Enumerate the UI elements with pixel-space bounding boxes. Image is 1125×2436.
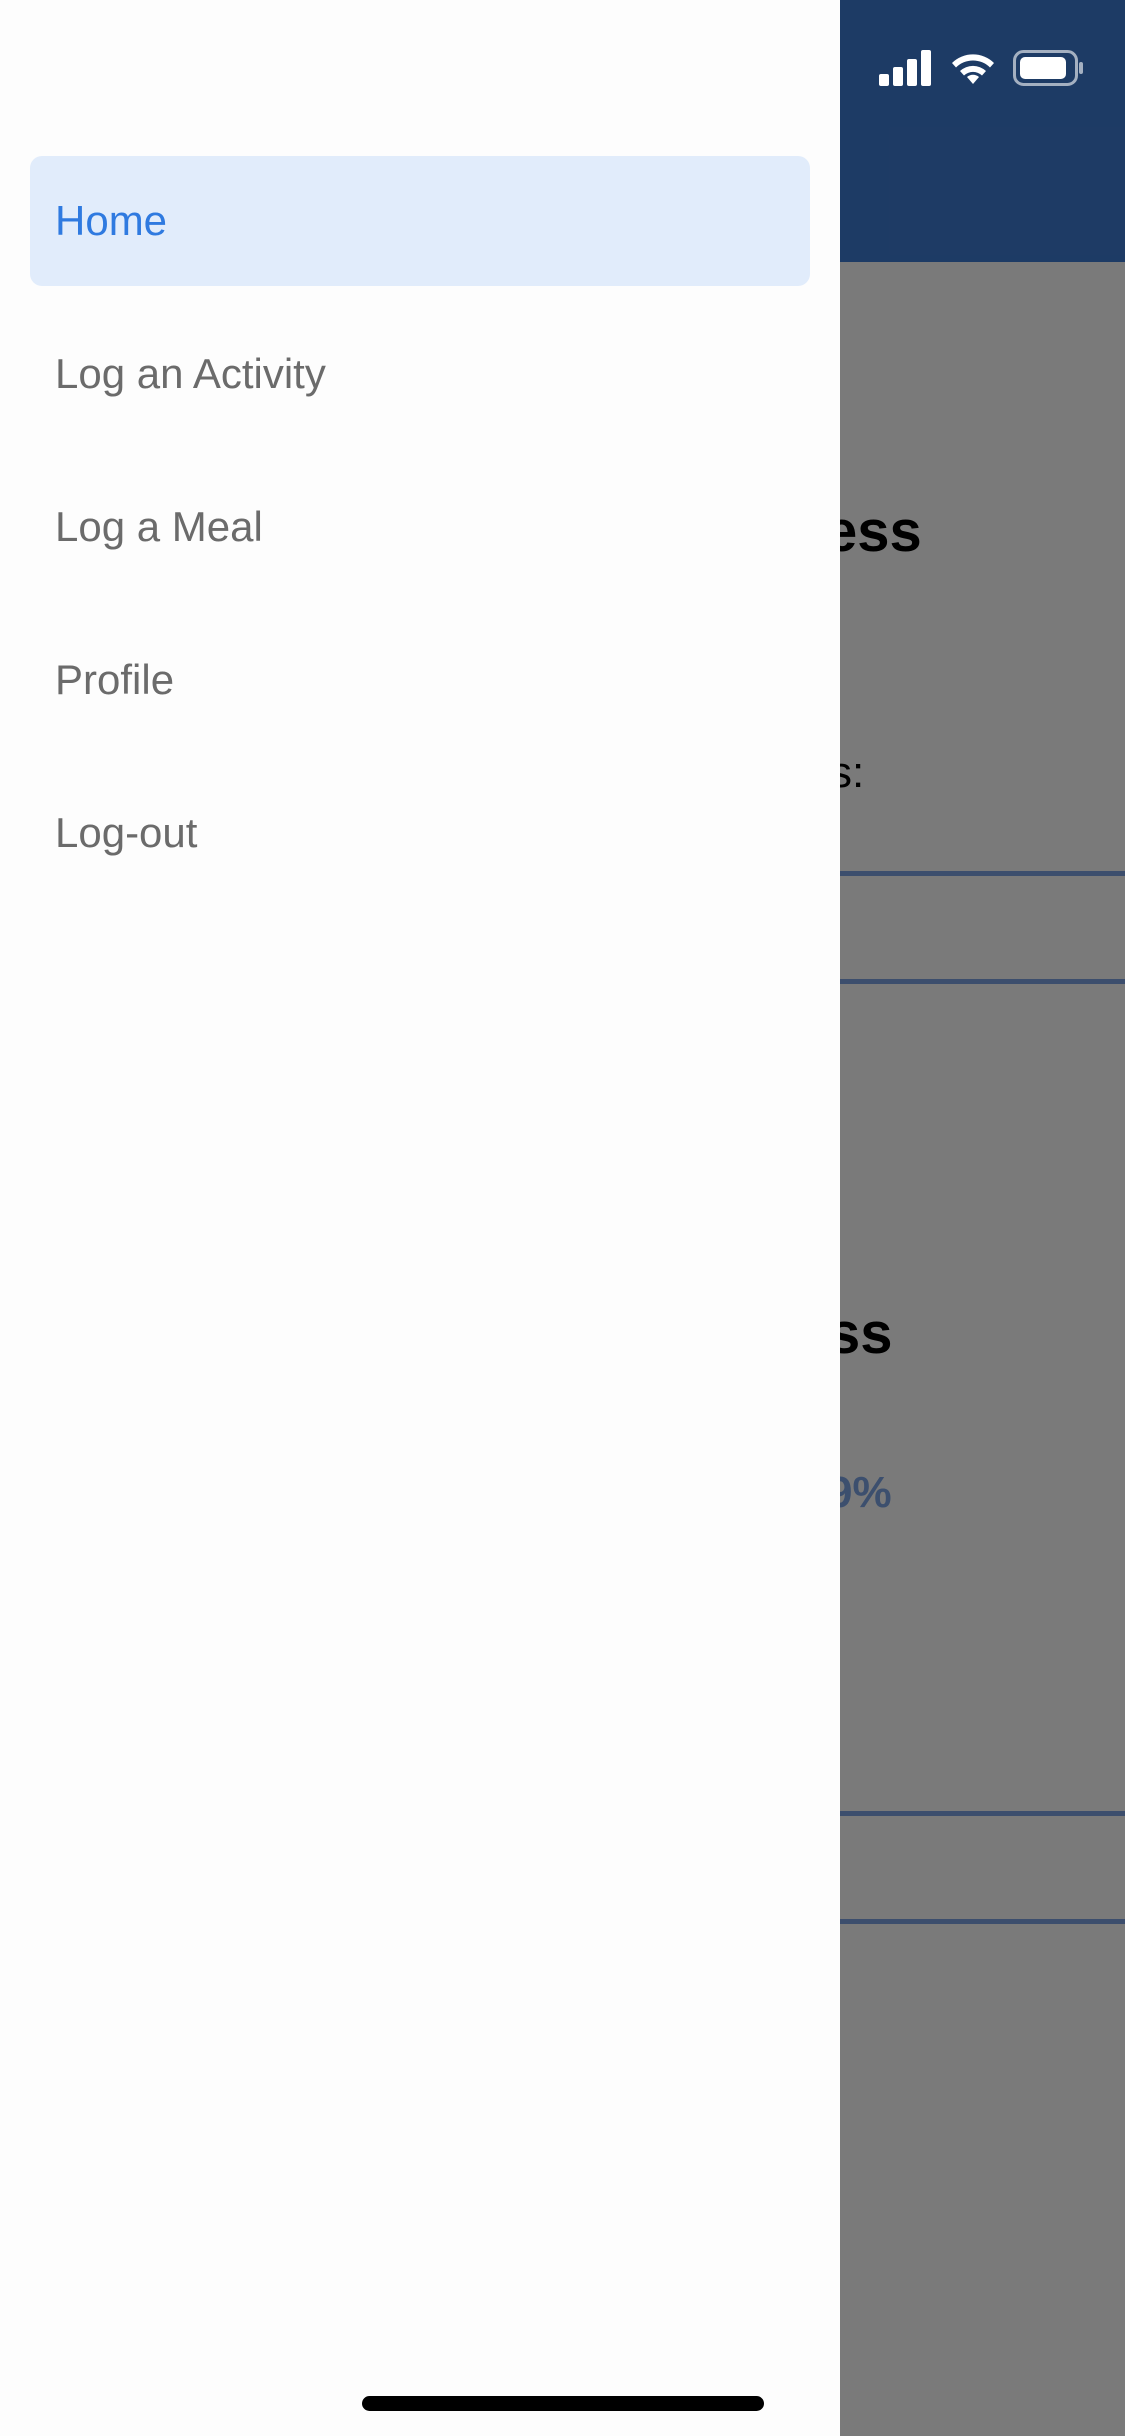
wifi-icon xyxy=(949,50,997,91)
menu-item-home[interactable]: Home xyxy=(30,156,810,286)
menu-item-label: Profile xyxy=(55,656,175,703)
cellular-signal-icon xyxy=(879,49,933,91)
menu-item-label: Log an Activity xyxy=(55,350,326,397)
menu-item-label: Home xyxy=(55,197,168,244)
menu-item-label: Log a Meal xyxy=(55,503,263,550)
menu-item-log-activity[interactable]: Log an Activity xyxy=(30,309,810,439)
menu-item-profile[interactable]: Profile xyxy=(30,615,810,745)
menu-item-label: Log-out xyxy=(55,809,198,856)
status-icons xyxy=(879,48,1085,92)
battery-icon xyxy=(1013,49,1085,91)
home-indicator[interactable] xyxy=(362,2396,764,2411)
menu-item-logout[interactable]: Log-out xyxy=(30,768,810,898)
screen: ess s: ss 9% xyxy=(0,0,1125,2436)
menu-item-log-meal[interactable]: Log a Meal xyxy=(30,462,810,592)
drawer-menu: Home Log an Activity Log a Meal Profile … xyxy=(30,156,810,921)
navigation-drawer: Home Log an Activity Log a Meal Profile … xyxy=(0,0,840,2436)
